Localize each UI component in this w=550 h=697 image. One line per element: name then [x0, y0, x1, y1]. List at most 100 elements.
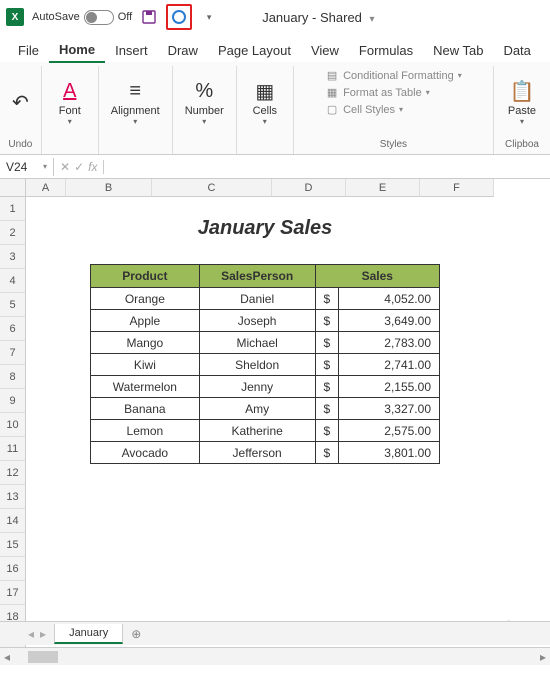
cell-currency[interactable]: $ [315, 310, 339, 332]
col-header-D[interactable]: D [272, 179, 346, 197]
row-header[interactable]: 1 [0, 197, 26, 221]
tab-data[interactable]: Data [493, 39, 540, 62]
cell-currency[interactable]: $ [315, 442, 339, 464]
cell-sales[interactable]: 3,327.00 [339, 398, 440, 420]
cell-styles-button[interactable]: ▢ Cell Styles ▾ [323, 102, 405, 117]
cell-salesperson[interactable]: Sheldon [199, 354, 315, 376]
cell-currency[interactable]: $ [315, 398, 339, 420]
row-header[interactable]: 12 [0, 461, 26, 485]
tab-new-tab[interactable]: New Tab [423, 39, 493, 62]
cell-product[interactable]: Orange [91, 288, 200, 310]
horizontal-scrollbar[interactable]: ◂ ▸ [0, 647, 550, 665]
cell-currency[interactable]: $ [315, 420, 339, 442]
cell-salesperson[interactable]: Jefferson [199, 442, 315, 464]
tab-home[interactable]: Home [49, 38, 105, 63]
cell-product[interactable]: Lemon [91, 420, 200, 442]
cell-salesperson[interactable]: Katherine [199, 420, 315, 442]
row-header[interactable]: 14 [0, 509, 26, 533]
cell-sales[interactable]: 2,575.00 [339, 420, 440, 442]
cell-sales[interactable]: 4,052.00 [339, 288, 440, 310]
cell-sales[interactable]: 2,155.00 [339, 376, 440, 398]
add-sheet-button[interactable]: ⊕ [123, 627, 149, 641]
cell-product[interactable]: Watermelon [91, 376, 200, 398]
cell-currency[interactable]: $ [315, 354, 339, 376]
tab-file[interactable]: File [8, 39, 49, 62]
tab-page-layout[interactable]: Page Layout [208, 39, 301, 62]
cell-product[interactable]: Kiwi [91, 354, 200, 376]
col-header-C[interactable]: C [152, 179, 272, 197]
formula-input[interactable] [104, 165, 550, 169]
cell-salesperson[interactable]: Michael [199, 332, 315, 354]
col-header-A[interactable]: A [26, 179, 66, 197]
cell-salesperson[interactable]: Jenny [199, 376, 315, 398]
row-header[interactable]: 2 [0, 221, 26, 245]
row-header[interactable]: 5 [0, 293, 26, 317]
col-header-E[interactable]: E [346, 179, 420, 197]
undo-button[interactable]: ↶ [6, 87, 35, 119]
select-all-corner[interactable] [0, 179, 26, 197]
cell-product[interactable]: Apple [91, 310, 200, 332]
tab-draw[interactable]: Draw [158, 39, 208, 62]
percent-icon: % [195, 79, 213, 103]
cell-product[interactable]: Mango [91, 332, 200, 354]
cell-salesperson[interactable]: Joseph [199, 310, 315, 332]
row-header[interactable]: 11 [0, 437, 26, 461]
tab-insert[interactable]: Insert [105, 39, 158, 62]
scroll-thumb[interactable] [28, 651, 58, 663]
row-header[interactable]: 8 [0, 365, 26, 389]
col-header-F[interactable]: F [420, 179, 494, 197]
col-header-B[interactable]: B [66, 179, 152, 197]
cell-sales[interactable]: 2,783.00 [339, 332, 440, 354]
chevron-down-icon[interactable]: ▾ [370, 14, 375, 25]
scroll-left-icon[interactable]: ◂ [0, 650, 14, 664]
paste-button[interactable]: 📋 Paste ▾ [500, 75, 544, 130]
row-header[interactable]: 4 [0, 269, 26, 293]
cell-salesperson[interactable]: Daniel [199, 288, 315, 310]
row-header[interactable]: 9 [0, 389, 26, 413]
cancel-icon[interactable]: ✕ [60, 160, 70, 174]
cells-button[interactable]: ▦ Cells ▾ [243, 75, 287, 130]
alignment-button[interactable]: ≡ Alignment ▾ [105, 75, 166, 130]
font-icon: A [63, 79, 76, 103]
row-header[interactable]: 10 [0, 413, 26, 437]
cells-icon: ▦ [255, 79, 274, 103]
cell-salesperson[interactable]: Amy [199, 398, 315, 420]
fx-icon[interactable]: fx [88, 160, 97, 174]
row-header[interactable]: 6 [0, 317, 26, 341]
cell-product[interactable]: Banana [91, 398, 200, 420]
row-header[interactable]: 7 [0, 341, 26, 365]
sheet-tab-january[interactable]: January [54, 624, 123, 644]
row-header[interactable]: 16 [0, 557, 26, 581]
row-header[interactable]: 13 [0, 485, 26, 509]
autosave-label: AutoSave [32, 11, 80, 23]
customize-qat-button[interactable]: ▾ [196, 4, 222, 30]
tab-formulas[interactable]: Formulas [349, 39, 423, 62]
cell-sales[interactable]: 3,801.00 [339, 442, 440, 464]
autosave-toggle[interactable]: AutoSave Off [32, 10, 132, 25]
save-button[interactable] [136, 4, 162, 30]
row-header[interactable]: 15 [0, 533, 26, 557]
font-button[interactable]: A Font ▾ [48, 75, 92, 130]
number-button[interactable]: % Number ▾ [179, 75, 230, 130]
conditional-formatting-button[interactable]: ▤ Conditional Formatting ▾ [323, 68, 464, 83]
cell-currency[interactable]: $ [315, 288, 339, 310]
cell-currency[interactable]: $ [315, 332, 339, 354]
scroll-right-icon[interactable]: ▸ [536, 650, 550, 664]
row-header[interactable]: 3 [0, 245, 26, 269]
name-box[interactable]: V24 ▾ [0, 158, 54, 176]
chevron-down-icon: ▾ [202, 117, 206, 126]
cell-sales[interactable]: 2,741.00 [339, 354, 440, 376]
confirm-icon[interactable]: ✓ [74, 160, 84, 174]
cell-currency[interactable]: $ [315, 376, 339, 398]
sync-button[interactable] [166, 4, 192, 30]
sheet-nav[interactable]: ◂▸ [20, 627, 54, 641]
table-row: OrangeDaniel$4,052.00 [91, 288, 440, 310]
cell-sales[interactable]: 3,649.00 [339, 310, 440, 332]
cells-area[interactable]: January Sales ProductSalesPersonSales Or… [26, 197, 550, 653]
toggle-switch[interactable] [84, 10, 114, 25]
row-header[interactable]: 17 [0, 581, 26, 605]
data-region: January Sales ProductSalesPersonSales Or… [90, 217, 440, 464]
cell-product[interactable]: Avocado [91, 442, 200, 464]
format-as-table-button[interactable]: ▦ Format as Table ▾ [323, 85, 432, 100]
tab-view[interactable]: View [301, 39, 349, 62]
